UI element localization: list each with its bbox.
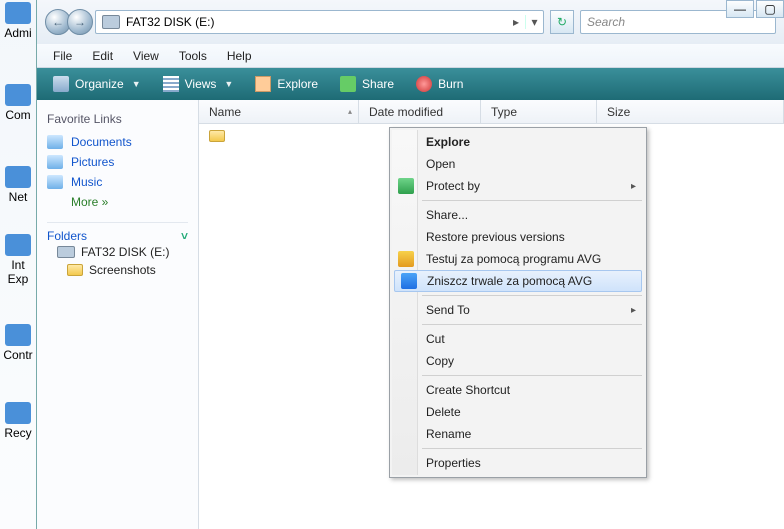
separator — [422, 375, 642, 376]
organize-icon — [53, 76, 69, 92]
favlink-documents[interactable]: Documents — [47, 132, 188, 152]
desktop-item[interactable]: Int Exp — [0, 232, 36, 294]
separator — [422, 200, 642, 201]
ctx-restore-previous[interactable]: Restore previous versions — [392, 226, 644, 248]
ctx-protect-by[interactable]: Protect by▸ — [392, 175, 644, 197]
refresh-icon: ↻ — [557, 15, 567, 29]
folder-icon — [67, 264, 83, 276]
organize-button[interactable]: Organize▼ — [47, 74, 147, 94]
views-icon — [163, 76, 179, 92]
ctx-open[interactable]: Open — [392, 153, 644, 175]
documents-icon — [47, 135, 63, 149]
share-icon — [340, 76, 356, 92]
command-bar: Organize▼ Views▼ Explore Share Burn — [37, 68, 784, 100]
desktop-icon-strip: Admi Com Net Int Exp Contr Recy — [0, 0, 36, 529]
tree-node-folder[interactable]: Screenshots — [47, 261, 188, 279]
share-button[interactable]: Share — [334, 74, 400, 94]
favlink-more[interactable]: More » — [47, 192, 188, 212]
desktop-item[interactable]: Com — [0, 82, 36, 130]
folders-header[interactable]: Folders — [47, 229, 87, 243]
music-icon — [47, 175, 63, 189]
menu-help[interactable]: Help — [219, 47, 260, 65]
desktop-item[interactable]: Admi — [0, 0, 36, 48]
ctx-cut[interactable]: Cut — [392, 328, 644, 350]
ctx-copy[interactable]: Copy — [392, 350, 644, 372]
submenu-arrow-icon: ▸ — [631, 181, 636, 192]
nav-pane: Favorite Links Documents Pictures Music … — [37, 100, 199, 529]
avg-shred-icon — [401, 273, 417, 289]
refresh-button[interactable]: ↻ — [550, 10, 574, 34]
separator — [422, 448, 642, 449]
desktop-item[interactable]: Net — [0, 164, 36, 212]
menu-edit[interactable]: Edit — [84, 47, 121, 65]
ctx-explore[interactable]: Explore — [392, 131, 644, 153]
menu-bar: File Edit View Tools Help — [37, 44, 784, 68]
ctx-avg-test[interactable]: Testuj za pomocą programu AVG — [392, 248, 644, 270]
address-path: FAT32 DISK (E:) — [126, 15, 507, 29]
separator — [422, 324, 642, 325]
drive-icon — [57, 246, 75, 258]
column-headers: Name▴ Date modified Type Size — [199, 100, 784, 124]
explore-button[interactable]: Explore — [249, 74, 324, 94]
desktop-item[interactable]: Contr — [0, 322, 36, 370]
ctx-delete[interactable]: Delete — [392, 401, 644, 423]
tree-node-drive[interactable]: FAT32 DISK (E:) — [47, 243, 188, 261]
menu-file[interactable]: File — [45, 47, 80, 65]
menu-tools[interactable]: Tools — [171, 47, 215, 65]
explorer-window: — ▢ ← → FAT32 DISK (E:) ▸ ▾ ↻ Search Fil… — [36, 0, 784, 529]
ctx-send-to[interactable]: Send To▸ — [392, 299, 644, 321]
ctx-rename[interactable]: Rename — [392, 423, 644, 445]
submenu-arrow-icon: ▸ — [631, 305, 636, 316]
ctx-avg-destroy[interactable]: Zniszcz trwale za pomocą AVG — [394, 270, 642, 292]
favlink-pictures[interactable]: Pictures — [47, 152, 188, 172]
menu-view[interactable]: View — [125, 47, 167, 65]
address-bar[interactable]: FAT32 DISK (E:) ▸ ▾ — [95, 10, 544, 34]
favorite-links-header: Favorite Links — [47, 112, 188, 126]
nav-row: ← → FAT32 DISK (E:) ▸ ▾ ↻ Search — [37, 0, 784, 44]
views-button[interactable]: Views▼ — [157, 74, 240, 94]
minimize-button[interactable]: — — [726, 0, 754, 18]
chevron-down-icon: ▼ — [224, 79, 233, 89]
arrow-right-icon: → — [74, 15, 86, 29]
folder-icon — [255, 76, 271, 92]
forward-button[interactable]: → — [67, 9, 93, 35]
burn-button[interactable]: Burn — [410, 74, 469, 94]
arrow-left-icon: ← — [52, 15, 64, 29]
col-date[interactable]: Date modified — [359, 100, 481, 123]
protect-icon — [398, 178, 414, 194]
context-menu: Explore Open Protect by▸ Share... Restor… — [389, 127, 647, 478]
chevron-down-icon: ▼ — [132, 79, 141, 89]
search-placeholder: Search — [587, 15, 625, 29]
drive-icon — [102, 15, 120, 29]
folder-icon — [209, 130, 225, 142]
maximize-button[interactable]: ▢ — [756, 0, 784, 18]
ctx-properties[interactable]: Properties — [392, 452, 644, 474]
window-controls: — ▢ — [726, 0, 784, 18]
favlink-music[interactable]: Music — [47, 172, 188, 192]
ctx-create-shortcut[interactable]: Create Shortcut — [392, 379, 644, 401]
folder-tree: FAT32 DISK (E:) Screenshots — [47, 243, 188, 279]
col-size[interactable]: Size — [597, 100, 784, 123]
address-dropdown-button[interactable]: ▾ — [525, 15, 543, 29]
avg-icon — [398, 251, 414, 267]
ctx-share[interactable]: Share... — [392, 204, 644, 226]
chevron-down-icon[interactable]: ˅ — [181, 229, 188, 243]
file-list: File Folder Explore Open Protect by▸ Sha… — [199, 124, 784, 529]
sort-asc-icon: ▴ — [348, 107, 352, 116]
desktop-item[interactable]: Recy — [0, 400, 36, 448]
burn-icon — [416, 76, 432, 92]
breadcrumb-sep-icon: ▸ — [507, 15, 525, 29]
col-name[interactable]: Name▴ — [199, 100, 359, 123]
separator — [422, 295, 642, 296]
content-pane: Name▴ Date modified Type Size File Folde… — [199, 100, 784, 529]
pictures-icon — [47, 155, 63, 169]
col-type[interactable]: Type — [481, 100, 597, 123]
